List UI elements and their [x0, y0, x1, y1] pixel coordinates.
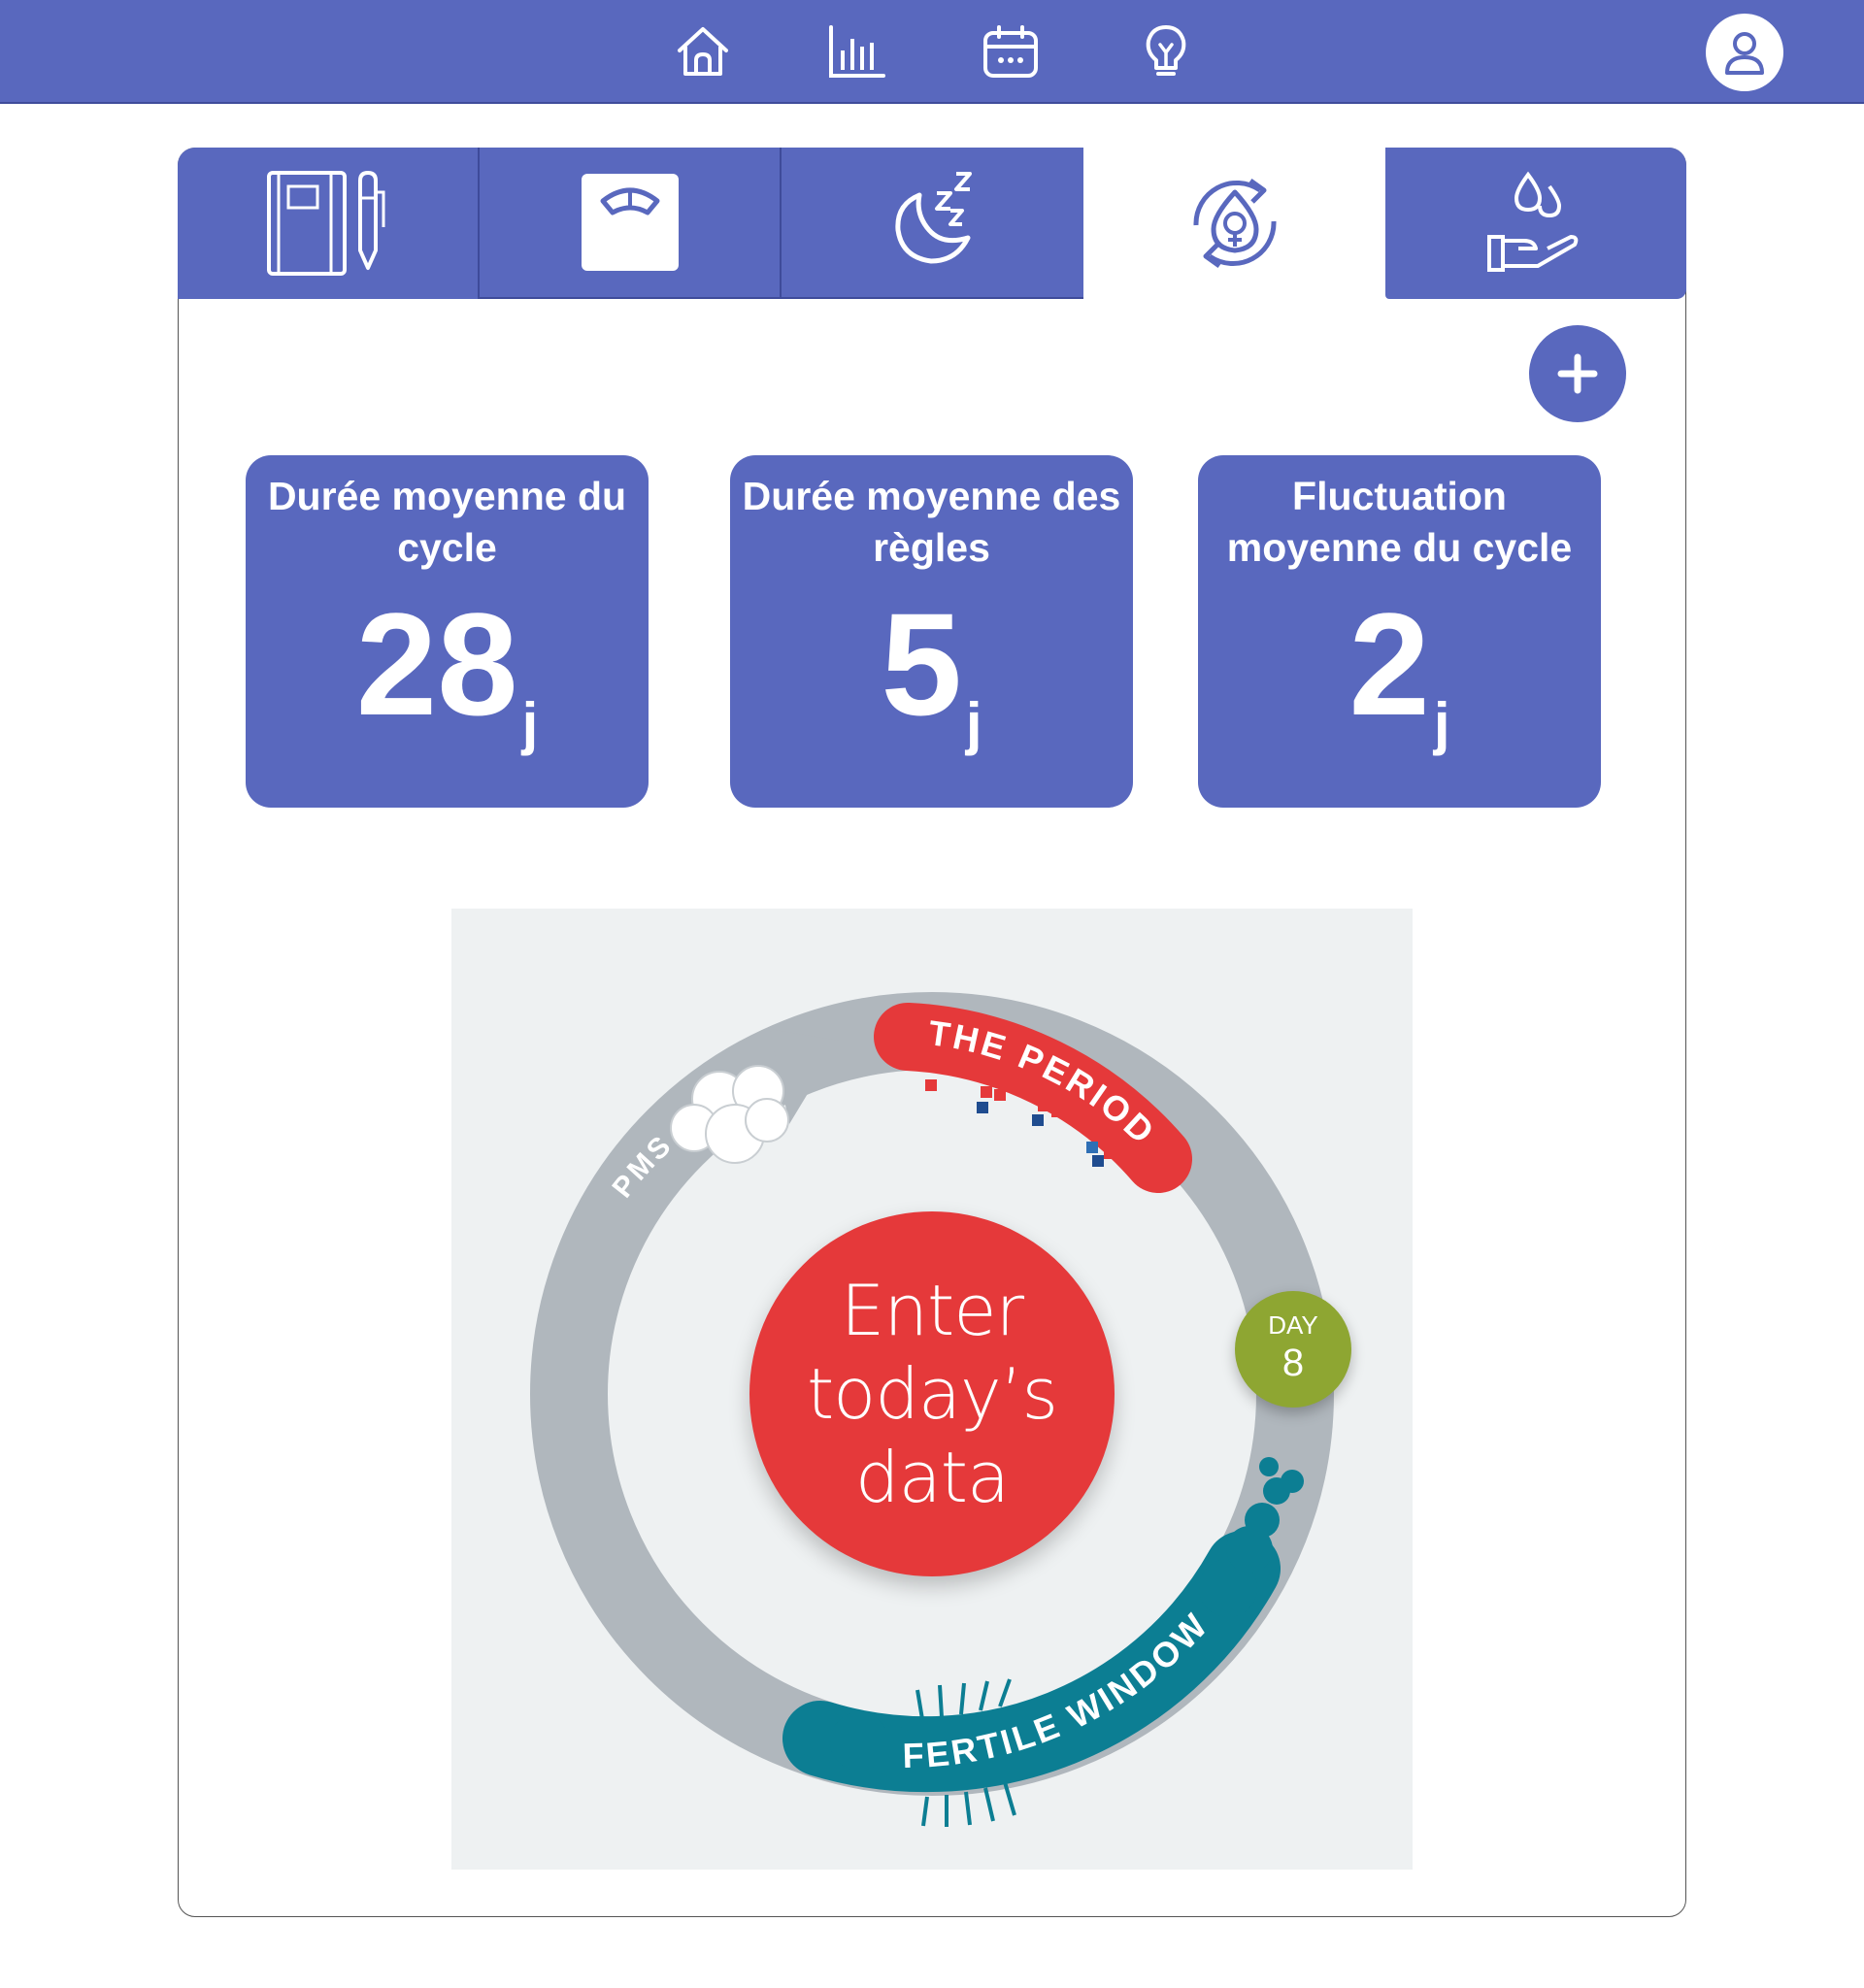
current-day-marker[interactable]: DAY 8	[1235, 1291, 1351, 1408]
scale-icon	[581, 174, 679, 271]
enter-line-3: data	[854, 1437, 1010, 1518]
tab-sleep[interactable]	[782, 148, 1083, 299]
top-navigation-bar	[0, 0, 1864, 104]
nav-tips-button[interactable]	[1131, 17, 1201, 87]
stat-unit: j	[521, 691, 539, 756]
profile-button[interactable]	[1706, 14, 1783, 91]
stat-title: Durée moyenne du cycle	[267, 474, 627, 570]
tab-cycle[interactable]	[1083, 148, 1385, 299]
stat-unit: j	[1433, 691, 1450, 756]
tab-care[interactable]	[1385, 148, 1686, 299]
plus-icon	[1557, 353, 1598, 394]
home-icon	[678, 27, 728, 76]
stat-value: 2j	[1198, 591, 1601, 797]
stat-number: 28	[355, 582, 518, 746]
user-icon	[1725, 32, 1764, 75]
day-number: 8	[1282, 1342, 1305, 1384]
nav-calendar-button[interactable]	[976, 17, 1046, 87]
notebook-pen-icon	[266, 171, 384, 276]
stat-unit: j	[965, 691, 982, 756]
day-label: DAY	[1268, 1310, 1318, 1340]
stat-card-cycle-fluctuation: Fluctuation moyenne du cycle 2j	[1198, 455, 1601, 808]
add-entry-button[interactable]	[1529, 325, 1626, 422]
tab-weight[interactable]	[480, 148, 782, 299]
enter-line-1: Enter	[840, 1270, 1024, 1351]
bar-chart-icon	[829, 25, 885, 78]
tab-journal[interactable]	[178, 148, 480, 299]
nav-stats-button[interactable]	[821, 17, 891, 87]
calendar-icon	[983, 25, 1038, 78]
stat-title: Durée moyenne des règles	[742, 474, 1121, 570]
lightbulb-icon	[1146, 25, 1186, 76]
stat-title: Fluctuation moyenne du cycle	[1226, 474, 1573, 570]
stat-card-period-length: Durée moyenne des règles 5j	[730, 455, 1133, 808]
stat-card-cycle-length: Durée moyenne du cycle 28j	[246, 455, 649, 808]
stat-number: 5	[881, 582, 962, 746]
moon-zzz-icon	[894, 172, 972, 264]
stat-value: 28j	[246, 591, 649, 797]
cycle-wheel: THE PERIOD PMS FERTILE WINDOW Enter toda…	[451, 909, 1413, 1870]
nav-home-button[interactable]	[668, 17, 738, 87]
hand-drops-icon	[1487, 171, 1579, 272]
enter-line-2: today’s	[806, 1353, 1058, 1435]
stat-value: 5j	[730, 591, 1133, 797]
enter-today-data-button[interactable]: Enter today’s data	[749, 1211, 1115, 1576]
cycle-female-icon	[1192, 178, 1277, 269]
stat-number: 2	[1348, 582, 1430, 746]
